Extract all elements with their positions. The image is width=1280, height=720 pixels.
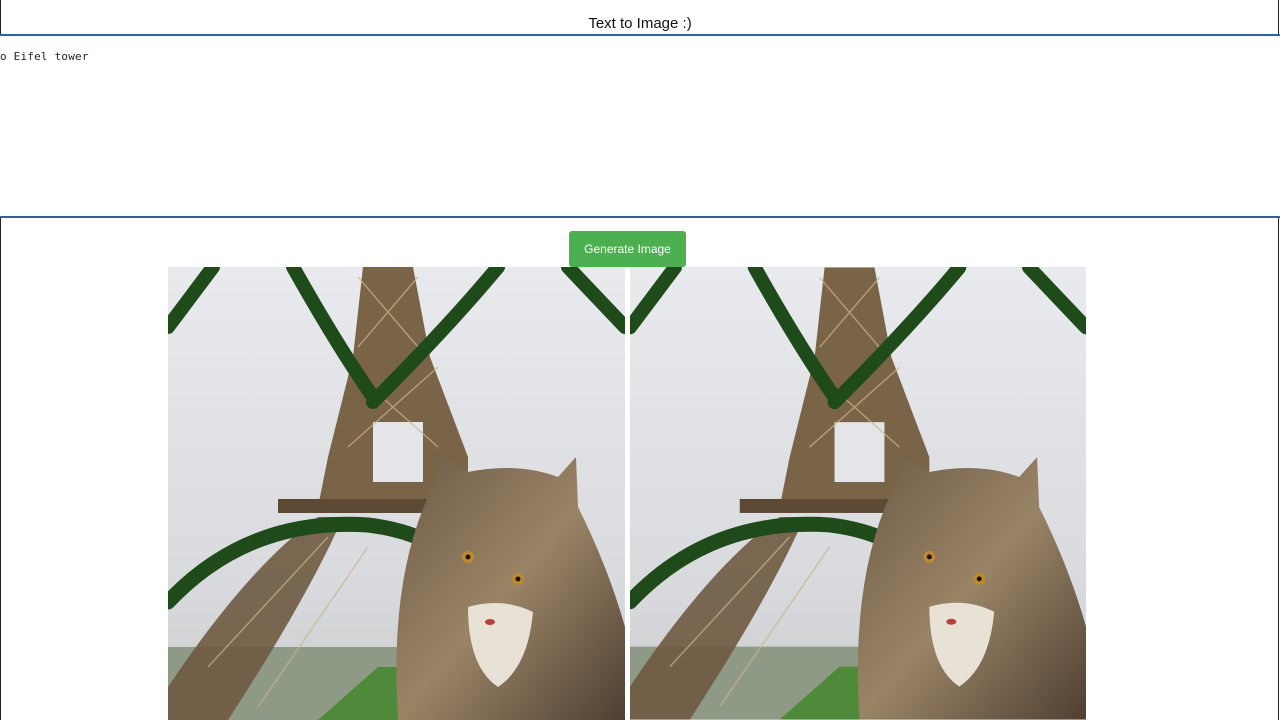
prompt-text-value: o Eifel tower [0, 50, 89, 63]
header: Text to Image :) [0, 0, 1280, 36]
prompt-textarea[interactable]: o Eifel tower [0, 36, 1280, 218]
generated-image-1-art [168, 267, 625, 720]
prompt-text: o Eifel tower [0, 50, 89, 63]
generated-image-2-art [630, 267, 1086, 720]
generated-image-2 [630, 267, 1086, 720]
page-title: Text to Image :) [588, 15, 692, 32]
generated-image-1 [168, 267, 625, 720]
generate-image-button[interactable]: Generate Image [569, 231, 686, 267]
